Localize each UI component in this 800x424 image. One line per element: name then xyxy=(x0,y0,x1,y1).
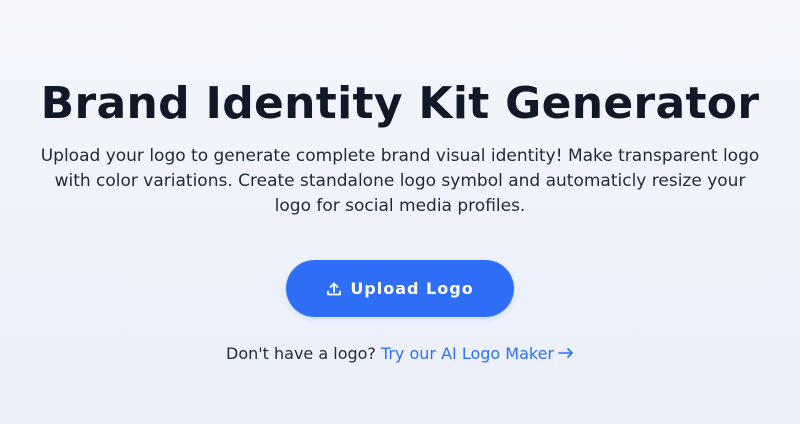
alt-prompt-text: Don't have a logo? xyxy=(226,344,376,363)
ai-logo-maker-link[interactable]: Try our AI Logo Maker xyxy=(381,343,574,365)
upload-logo-button[interactable]: Upload Logo xyxy=(286,260,514,317)
hero-section: Brand Identity Kit Generator Upload your… xyxy=(0,0,800,424)
alt-prompt-line: Don't have a logo? Try our AI Logo Maker xyxy=(226,343,574,365)
upload-logo-label: Upload Logo xyxy=(350,279,474,298)
page-title: Brand Identity Kit Generator xyxy=(40,78,760,129)
ai-logo-maker-label: Try our AI Logo Maker xyxy=(380,344,554,363)
page-subtitle: Upload your logo to generate complete br… xyxy=(40,146,760,216)
upload-icon xyxy=(326,281,342,297)
arrow-right-icon xyxy=(558,343,574,365)
